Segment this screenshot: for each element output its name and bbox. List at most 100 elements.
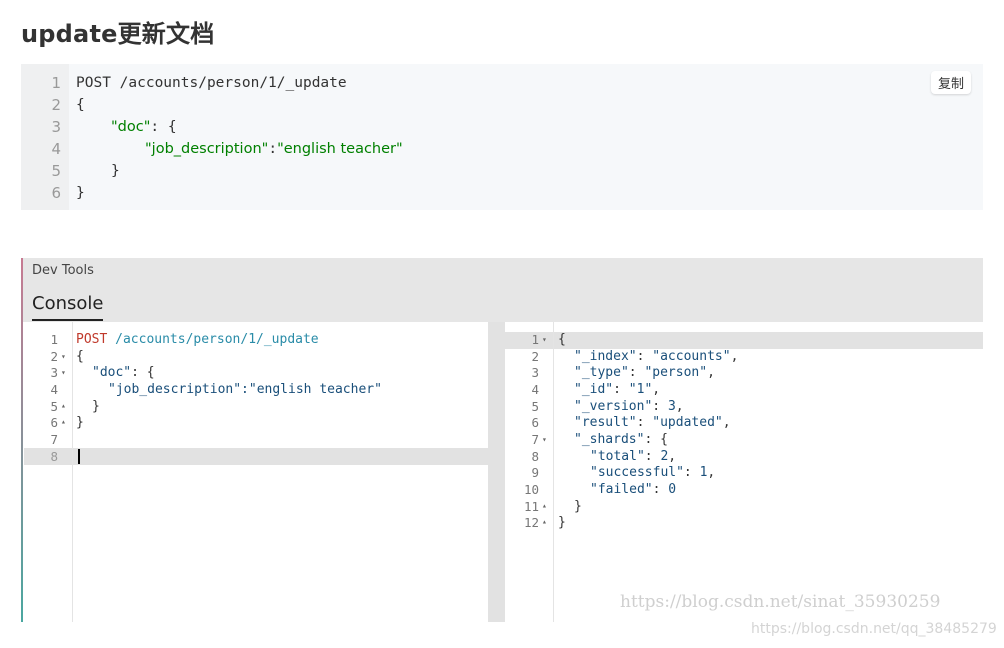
line-number: 6 — [50, 415, 58, 430]
tab-console[interactable]: Console — [32, 293, 104, 321]
line-number: 2 — [51, 96, 61, 114]
line-number: 4 — [531, 382, 539, 397]
request-line: { — [76, 349, 84, 364]
active-line-highlight — [505, 332, 983, 349]
response-line: } — [558, 515, 566, 530]
copy-button[interactable]: 复制 — [930, 71, 971, 94]
code-line: } — [76, 185, 85, 201]
line-number: 3 — [50, 365, 58, 380]
line-number: 10 — [523, 482, 539, 497]
request-line: POST /accounts/person/1/_update — [76, 332, 319, 347]
json-key: "job_description" — [145, 141, 269, 157]
dev-tools-panel: Dev Tools Console 1 2 ▾ 3 ▾ 4 5 ▴ 6 ▴ 7 … — [21, 258, 983, 622]
editor-divider[interactable] — [488, 322, 505, 622]
code-punct: : — [268, 141, 278, 157]
line-number: 2 — [50, 349, 58, 364]
code-punct: : { — [131, 365, 155, 380]
line-number: 8 — [50, 449, 58, 464]
request-gutter: 1 2 ▾ 3 ▾ 4 5 ▴ 6 ▴ 7 8 — [24, 322, 73, 622]
json-value: 3 — [667, 399, 676, 414]
fold-arrow-icon[interactable]: ▾ — [542, 435, 547, 444]
fold-end-icon[interactable]: ▴ — [542, 517, 547, 526]
response-line: "total": 2, — [590, 449, 677, 464]
json-key: "doc" — [111, 119, 151, 135]
fold-end-icon[interactable]: ▴ — [61, 401, 66, 410]
code-block: 1 2 3 4 5 6 POST /accounts/person/1/_upd… — [21, 64, 983, 210]
json-key: "total" — [590, 449, 645, 464]
line-number: 3 — [51, 118, 61, 136]
line-number: 12 — [523, 515, 539, 530]
watermark: https://blog.csdn.net/sinat_35930259 — [620, 592, 941, 612]
line-number: 8 — [531, 449, 539, 464]
dev-tools-header: Dev Tools Console — [21, 258, 983, 322]
response-viewer[interactable]: 1 ▾ 2 3 4 5 6 7 ▾ 8 9 10 11 ▴ 12 ▴ { "_i… — [505, 322, 983, 622]
line-number: 7 — [50, 432, 58, 447]
json-value: "english teacher" — [277, 141, 403, 157]
fold-end-icon[interactable]: ▴ — [61, 417, 66, 426]
json-key: "failed" — [590, 482, 653, 497]
json-value: 2 — [660, 449, 669, 464]
response-line: "_type": "person", — [574, 365, 715, 380]
line-number: 4 — [51, 140, 61, 158]
line-number: 3 — [531, 365, 539, 380]
json-value: 0 — [668, 482, 677, 497]
json-value: "person" — [644, 365, 708, 380]
response-line: { — [558, 332, 566, 347]
response-line: "result": "updated", — [574, 415, 731, 430]
json-value: "1" — [628, 382, 653, 397]
line-number: 5 — [531, 399, 539, 414]
json-key: "successful" — [590, 465, 684, 480]
code-line: { — [76, 97, 85, 113]
fold-arrow-icon[interactable]: ▾ — [61, 352, 66, 361]
json-value: "accounts" — [652, 349, 731, 364]
panel-accent-border — [21, 258, 23, 622]
json-key: "doc" — [92, 365, 132, 380]
request-line: "doc": { — [92, 365, 155, 380]
response-line: "_index": "accounts", — [574, 349, 739, 364]
code-line-numbers: 1 2 3 4 5 6 — [21, 64, 69, 210]
line-number: 7 — [531, 432, 539, 447]
line-number: 5 — [50, 399, 58, 414]
json-key: "_version" — [574, 399, 653, 414]
request-editor[interactable]: 1 2 ▾ 3 ▾ 4 5 ▴ 6 ▴ 7 8 POST /accounts/p… — [24, 322, 488, 622]
watermark: https://blog.csdn.net/qq_38485279 — [751, 621, 997, 637]
fold-arrow-icon[interactable]: ▾ — [542, 335, 547, 344]
line-number: 1 — [51, 74, 61, 92]
request-line: "job_description":"english teacher" — [108, 382, 382, 397]
line-number: 2 — [531, 349, 539, 364]
request-path: /accounts/person/1/_update — [115, 332, 319, 347]
json-key: "_shards" — [574, 432, 645, 447]
dev-tools-title: Dev Tools — [32, 263, 94, 278]
active-line-highlight — [24, 448, 488, 465]
line-number: 5 — [51, 162, 61, 180]
code-line: "job_description":"english teacher" — [145, 141, 403, 157]
response-gutter: 1 ▾ 2 3 4 5 6 7 ▾ 8 9 10 11 ▴ 12 ▴ — [505, 322, 554, 622]
json-value: 1 — [699, 465, 708, 480]
fold-end-icon[interactable]: ▴ — [542, 501, 547, 510]
line-number: 1 — [50, 332, 58, 347]
line-number: 6 — [531, 415, 539, 430]
line-number: 1 — [531, 332, 539, 347]
request-line: } — [92, 399, 100, 414]
response-line: "_shards": { — [574, 432, 668, 447]
json-key: "_index" — [574, 349, 637, 364]
response-line: "_version": 3, — [574, 399, 684, 414]
page-title: update更新文档 — [21, 20, 215, 48]
text-cursor — [78, 449, 80, 464]
response-line: "successful": 1, — [590, 465, 716, 480]
json-key: "result" — [574, 415, 637, 430]
request-line: } — [76, 415, 84, 430]
line-number: 4 — [50, 382, 58, 397]
json-key: "_id" — [574, 382, 614, 397]
code-line: "doc": { — [111, 119, 177, 135]
code-line: } — [111, 163, 120, 179]
code-punct: : { — [150, 119, 177, 135]
fold-arrow-icon[interactable]: ▾ — [61, 368, 66, 377]
line-number: 9 — [531, 465, 539, 480]
response-line: } — [574, 499, 582, 514]
line-number: 11 — [523, 499, 539, 514]
response-line: "_id": "1", — [574, 382, 661, 397]
code-line: POST /accounts/person/1/_update — [76, 75, 347, 91]
json-value: "updated" — [652, 415, 723, 430]
response-line: "failed": 0 — [590, 482, 677, 497]
